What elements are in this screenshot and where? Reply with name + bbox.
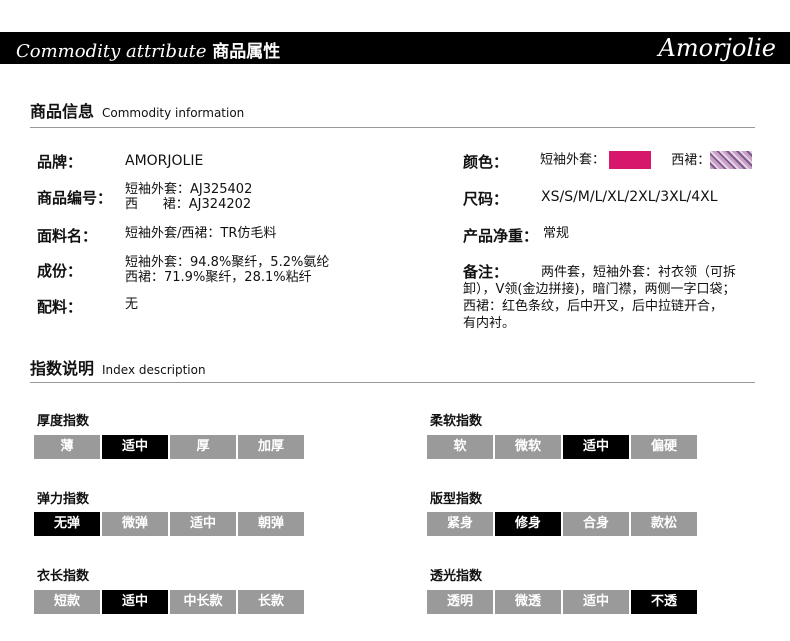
banner-title-en: Commodity attribute [16,41,207,62]
divider [30,382,755,383]
info-section-title: 商品信息 Commodity information [30,98,244,122]
index-option: 长款 [238,590,304,614]
info-title-en: Commodity information [102,106,245,120]
index-title-transparency: 透光指数 [430,569,483,584]
index-section-title: 指数说明 Index description [30,355,206,379]
skirt-color-swatch [710,151,753,169]
index-option: 微软 [495,435,561,459]
code-line-2: 西 裙：AJ324202 [125,197,252,212]
index-option: 适中 [102,435,168,459]
color-skirt-label: 西裙： [671,152,711,168]
index-option: 加厚 [238,435,304,459]
info-title-cn: 商品信息 [30,102,95,121]
index-option: 无弹 [34,512,100,536]
index-title-cn: 指数说明 [30,359,95,378]
jacket-color-swatch [609,151,652,169]
composition-label: 成份： [37,262,83,280]
index-option: 微弹 [102,512,168,536]
banner-title: Commodity attribute 商品属性 [16,37,280,62]
accessories-label: 配料： [37,298,83,316]
index-option: 透明 [427,590,493,614]
index-title-fit: 版型指数 [430,492,483,507]
brand-value: AMORJOLIE [125,153,204,169]
composition-line-1: 短袖外套：94.8%聚纤，5.2%氨纶 [125,255,330,270]
scale-elasticity: 无弹 微弹 适中 朝弹 [34,512,306,536]
size-value: XS/S/M/L/XL/2XL/3XL/4XL [541,189,718,205]
index-title-thickness: 厚度指数 [37,414,90,429]
index-option: 适中 [563,435,629,459]
scale-fit: 紧身 修身 合身 款松 [427,512,699,536]
index-option: 款松 [631,512,697,536]
index-option: 适中 [102,590,168,614]
index-option: 朝弹 [238,512,304,536]
index-title-softness: 柔软指数 [430,414,483,429]
index-option: 不透 [631,590,697,614]
note-line-2: 卸），V领(金边拼接)，暗门襟，两侧一字口袋； [463,282,736,297]
index-option: 紧身 [427,512,493,536]
color-jacket-label: 短袖外套： [540,152,606,168]
index-option: 合身 [563,512,629,536]
code-line-1: 短袖外套：AJ325402 [125,182,253,197]
composition-line-2: 西裙：71.9%聚纤，28.1%粘纤 [125,270,312,285]
index-option: 偏硬 [631,435,697,459]
index-option: 修身 [495,512,561,536]
code-label: 商品编号： [37,189,113,207]
index-option: 短款 [34,590,100,614]
divider [30,127,755,128]
scale-softness: 软微软 适中 偏硬 [427,435,699,459]
accessories-value: 无 [125,297,139,312]
index-option: 中长款 [170,590,236,614]
size-label: 尺码： [463,190,509,208]
note-line-4: 有内衬。 [463,316,516,331]
fabric-value: 短袖外套/西裙：TR仿毛料 [125,226,277,241]
brand-logo: Amorjolie [658,34,776,62]
note-label: 备注： [463,263,509,281]
color-values: 短袖外套： 西裙： [540,151,753,170]
index-title-length: 衣长指数 [37,569,90,584]
scale-length: 短款 适中 中长款 长款 [34,590,306,614]
header-banner: Commodity attribute 商品属性 Amorjolie [0,32,790,64]
index-option: 适中 [170,512,236,536]
weight-label: 产品净重： [463,227,539,245]
scale-transparency: 透明 微透 适中 不透 [427,590,699,614]
brand-label: 品牌： [37,153,83,171]
color-label: 颜色： [463,153,509,171]
banner-title-cn: 商品属性 [212,42,281,62]
index-option: 薄 [34,435,100,459]
index-option: 适中 [563,590,629,614]
note-line-3: 西裙：红色条纹，后中开叉，后中拉链开合， [463,299,724,314]
index-option: 厚 [170,435,236,459]
scale-thickness: 薄适中厚加厚 [34,435,306,459]
fabric-label: 面料名： [37,227,98,245]
note-line-1: 两件套，短袖外套：衬衣领（可拆 [541,265,737,280]
index-title-en: Index description [102,363,206,377]
index-option: 微透 [495,590,561,614]
index-title-elasticity: 弹力指数 [37,492,90,507]
index-option: 软 [427,435,493,459]
weight-value: 常规 [543,226,570,241]
